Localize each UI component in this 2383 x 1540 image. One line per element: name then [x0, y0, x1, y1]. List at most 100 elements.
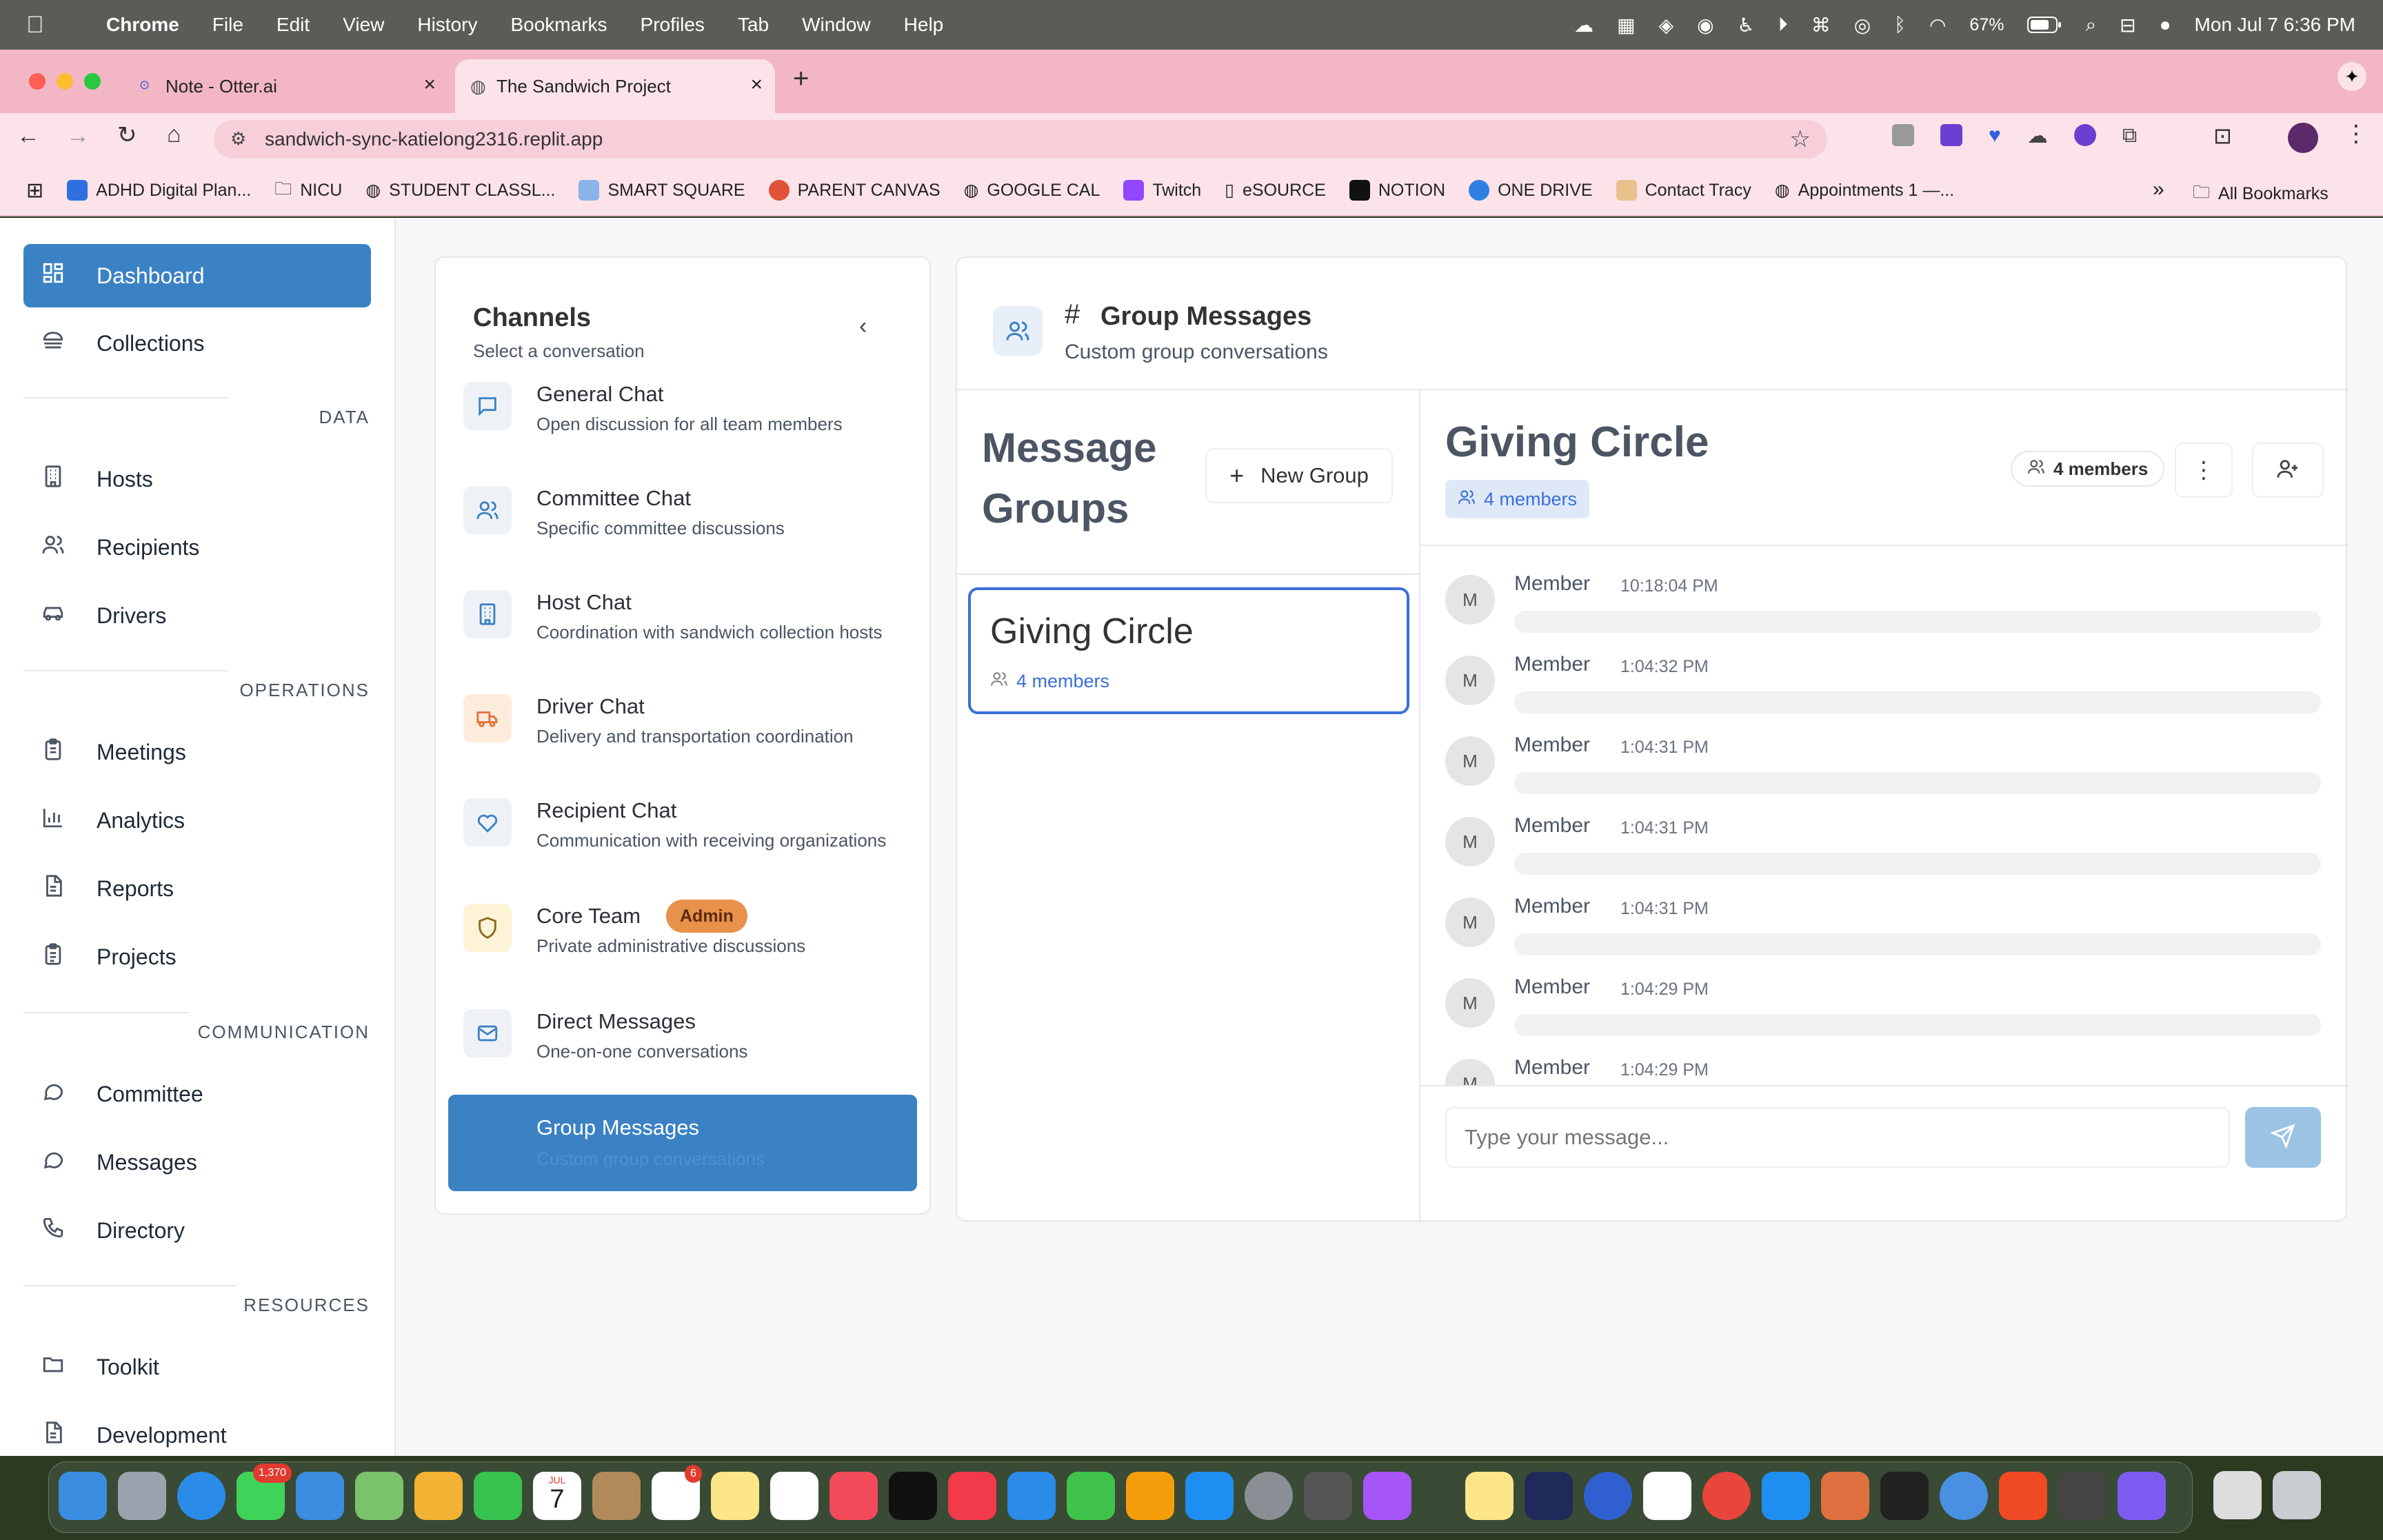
spotlight-search-icon[interactable]: ⌕	[2085, 14, 2096, 37]
facetime-icon[interactable]	[474, 1472, 522, 1520]
more-options-button[interactable]: ⋮	[2175, 443, 2233, 498]
bluetooth-icon[interactable]: ᛒ	[1894, 14, 1906, 36]
channel-driver-chat[interactable]: Driver Chat Delivery and transportation …	[448, 689, 917, 785]
battery-icon[interactable]	[2027, 16, 2062, 34]
reload-icon[interactable]: ↻	[117, 121, 137, 149]
tab-otter[interactable]: ⊙ Note - Otter.ai ×	[124, 59, 448, 113]
menu-edit[interactable]: Edit	[276, 14, 310, 36]
app-d-icon[interactable]	[2118, 1472, 2166, 1520]
sidebar-item-dashboard[interactable]: Dashboard	[23, 244, 371, 307]
extension-k-icon[interactable]	[2073, 124, 2096, 146]
app-icon[interactable]	[2058, 1472, 2107, 1520]
apple-icon[interactable]: 	[26, 12, 61, 39]
extension-cloud-icon[interactable]: ☁	[2027, 124, 2048, 148]
iphone-mirroring-icon[interactable]	[1304, 1472, 1352, 1520]
photos-icon[interactable]	[414, 1472, 463, 1520]
mail-icon[interactable]	[296, 1472, 344, 1520]
cloud-status-icon[interactable]: ☁	[1574, 14, 1593, 37]
safari-icon[interactable]	[177, 1472, 225, 1520]
sidebar-item-committee[interactable]: Committee	[23, 1062, 371, 1126]
bookmark-item[interactable]: Contact Tracy	[1616, 180, 1751, 201]
tab-search-icon[interactable]: ⊡	[2213, 123, 2232, 149]
brave-icon[interactable]	[1999, 1472, 2047, 1520]
bookmark-item[interactable]: ◍ Appointments 1 —...	[1775, 180, 1954, 201]
members-button[interactable]: 4 members	[2011, 451, 2165, 487]
news-icon[interactable]	[948, 1472, 996, 1520]
group-card-giving-circle[interactable]: Giving Circle 4 members	[968, 587, 1409, 714]
extensions-puzzle-icon[interactable]: ⧉	[2122, 124, 2137, 148]
dnd-icon[interactable]: ◉	[1697, 14, 1713, 37]
bookmark-item[interactable]: ADHD Digital Plan...	[67, 180, 251, 201]
airdrop-icon[interactable]: ◎	[1854, 14, 1871, 37]
chatgpt-icon[interactable]	[1643, 1472, 1691, 1520]
more-menu-icon[interactable]: ⋮	[2344, 120, 2368, 148]
extension-2-icon[interactable]	[1940, 124, 1962, 146]
menu-tab[interactable]: Tab	[738, 14, 769, 36]
new-group-button[interactable]: + New Group	[1205, 448, 1393, 503]
tab-sandwich-project[interactable]: ◍ The Sandwich Project ×	[455, 59, 775, 113]
send-button[interactable]	[2245, 1107, 2321, 1168]
numbers-icon[interactable]	[1067, 1472, 1115, 1520]
more-bookmarks-icon[interactable]: »	[2153, 178, 2164, 201]
bookmark-item[interactable]: ONE DRIVE	[1469, 180, 1593, 201]
back-icon[interactable]: ←	[17, 123, 40, 150]
system-settings-icon[interactable]	[1245, 1472, 1293, 1520]
minimize-window-button[interactable]	[57, 73, 73, 90]
contacts-icon[interactable]	[592, 1472, 641, 1520]
sidebar-item-analytics[interactable]: Analytics	[23, 789, 371, 852]
gemini-icon[interactable]: ✦	[2337, 62, 2366, 91]
extension-3-icon[interactable]: ♥	[1989, 124, 2001, 148]
maximize-window-button[interactable]	[84, 73, 101, 90]
bookmark-item[interactable]: SMART SQUARE	[579, 180, 745, 201]
pages-icon[interactable]	[1126, 1472, 1174, 1520]
sidebar-item-drivers[interactable]: Drivers	[23, 584, 371, 647]
menu-file[interactable]: File	[212, 14, 243, 36]
menu-help[interactable]: Help	[904, 14, 944, 36]
claude-icon[interactable]	[1821, 1472, 1869, 1520]
message-list[interactable]: M Member 10:18:04 PM M Member 1:04:32 PM…	[1420, 546, 2349, 1085]
forward-icon[interactable]: →	[66, 123, 90, 150]
siri-icon[interactable]: ●	[2160, 14, 2171, 36]
sidebar-item-toolkit[interactable]: Toolkit	[23, 1335, 371, 1399]
music-icon[interactable]	[829, 1472, 878, 1520]
messages-icon[interactable]: 1,370	[237, 1463, 292, 1520]
sidebar-item-meetings[interactable]: Meetings	[23, 720, 371, 784]
bookmark-item[interactable]: PARENT CANVAS	[768, 180, 941, 201]
sidebar-item-recipients[interactable]: Recipients	[23, 516, 371, 579]
launchpad-icon[interactable]	[118, 1472, 166, 1520]
calendar-icon[interactable]: JUL 7	[533, 1472, 581, 1520]
bookmark-item[interactable]: ◍ GOOGLE CAL	[964, 180, 1100, 201]
bookmark-item[interactable]: Twitch	[1123, 180, 1201, 201]
sidebar-item-hosts[interactable]: Hosts	[23, 447, 371, 511]
close-window-button[interactable]	[29, 73, 46, 90]
sidebar-item-projects[interactable]: Projects	[23, 925, 371, 989]
menu-view[interactable]: View	[343, 14, 384, 36]
site-info-icon[interactable]: ⚙	[230, 128, 246, 150]
firefox-icon[interactable]	[1584, 1472, 1632, 1520]
channel-recipient-chat[interactable]: Recipient Chat Communication with receiv…	[448, 793, 917, 889]
menu-window[interactable]: Window	[802, 14, 871, 36]
channel-host-chat[interactable]: Host Chat Coordination with sandwich col…	[448, 585, 917, 681]
keynote-icon[interactable]	[1007, 1472, 1056, 1520]
close-tab-icon[interactable]: ×	[423, 73, 436, 97]
sidebar-item-collections[interactable]: Collections	[23, 312, 371, 375]
bookmark-star-icon[interactable]: ☆	[1790, 125, 1811, 153]
channel-group-messages[interactable]: Group Messages Custom group conversation…	[448, 1095, 917, 1191]
airpods-icon[interactable]: ⌘	[1811, 14, 1831, 37]
apps-grid-icon[interactable]: ⊞	[26, 179, 43, 203]
home-icon[interactable]: ⌂	[167, 121, 181, 148]
notes-icon[interactable]	[711, 1472, 759, 1520]
bookmark-item[interactable]: ▯ eSOURCE	[1225, 180, 1326, 201]
menu-profiles[interactable]: Profiles	[641, 14, 705, 36]
app-store-icon[interactable]	[1185, 1472, 1234, 1520]
reminders-icon[interactable]: 6	[652, 1465, 702, 1520]
activity-monitor-icon[interactable]	[1880, 1472, 1929, 1520]
bookmark-item[interactable]: NOTION	[1349, 180, 1445, 201]
apple-tv-icon[interactable]	[889, 1472, 937, 1520]
sidebar-item-messages[interactable]: Messages	[23, 1131, 371, 1194]
extension-1-icon[interactable]	[1892, 124, 1914, 146]
trash-icon[interactable]	[2273, 1471, 2321, 1519]
menu-app-name[interactable]: Chrome	[106, 14, 179, 36]
control-center-icon[interactable]: ⊟	[2120, 14, 2135, 37]
feedback-icon[interactable]	[1363, 1472, 1411, 1520]
